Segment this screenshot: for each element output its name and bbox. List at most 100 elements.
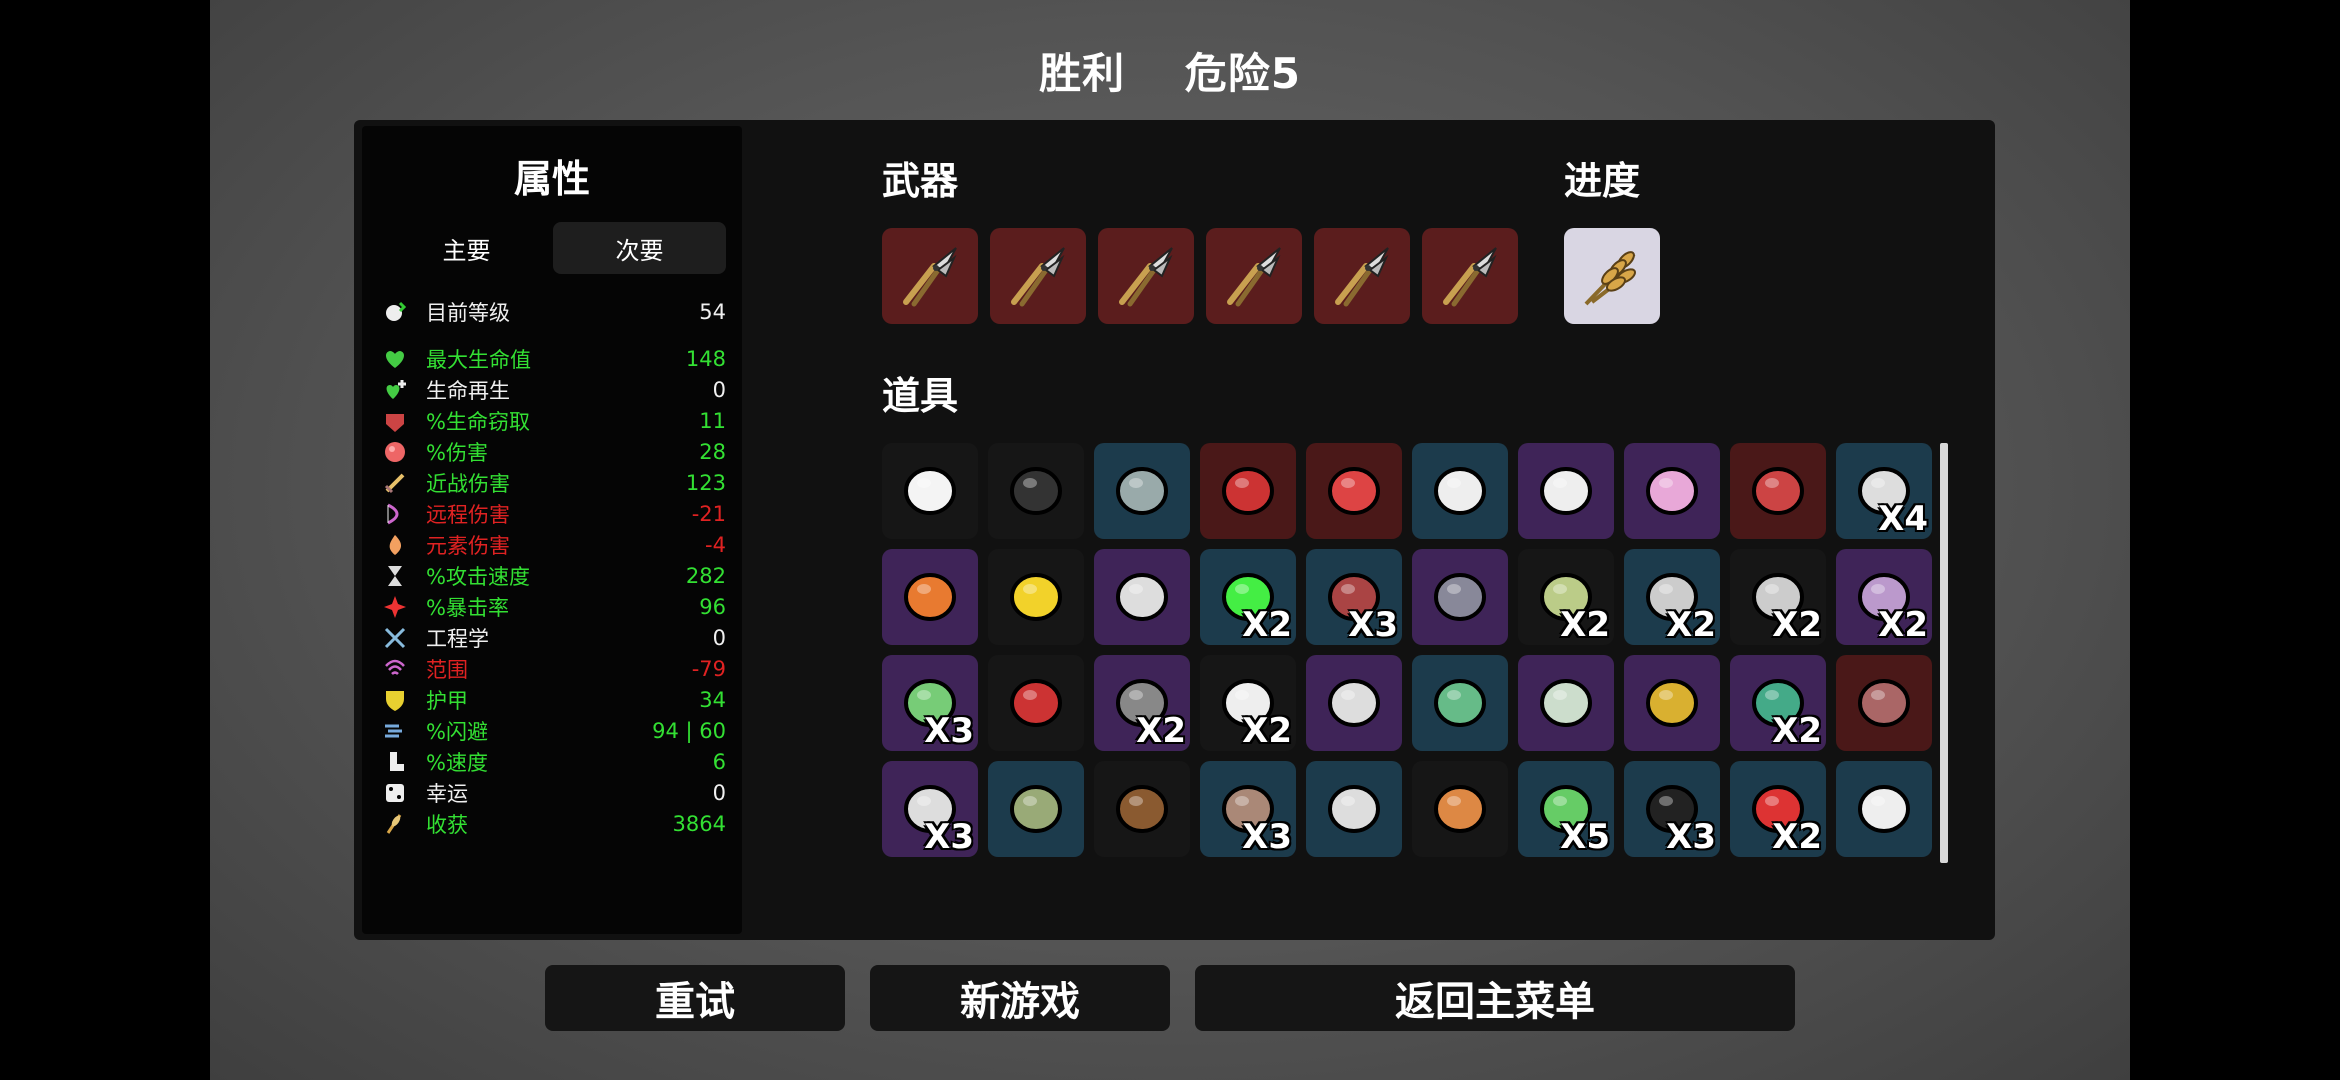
item-slot[interactable]	[1518, 443, 1614, 539]
item-count: X5	[1560, 817, 1610, 857]
weapon-slot[interactable]	[1098, 228, 1194, 324]
regen-icon	[380, 377, 410, 403]
weapon-slot[interactable]	[1314, 228, 1410, 324]
item-slot[interactable]: X3	[882, 655, 978, 751]
item-slot[interactable]	[1412, 761, 1508, 857]
item-slot[interactable]: X2	[1730, 761, 1826, 857]
item-slot[interactable]: X2	[1730, 655, 1826, 751]
item-slot[interactable]	[1412, 549, 1508, 645]
item-slot[interactable]	[1094, 549, 1190, 645]
result-label: 胜利	[1039, 49, 1126, 98]
stat-row[interactable]: 远程伤害 -21	[380, 498, 726, 529]
item-slot[interactable]	[1836, 655, 1932, 751]
stat-label: %速度	[426, 750, 488, 775]
stat-value: 28	[699, 439, 726, 464]
stat-row[interactable]: 元素伤害 -4	[380, 529, 726, 560]
item-slot[interactable]	[1836, 761, 1932, 857]
weapon-slot[interactable]	[1206, 228, 1302, 324]
item-slot[interactable]	[1412, 655, 1508, 751]
stat-value: 94 | 60	[652, 718, 726, 743]
stat-row[interactable]: %伤害 28	[380, 436, 726, 467]
item-slot[interactable]: X2	[1624, 549, 1720, 645]
item-count: X2	[1772, 605, 1822, 645]
item-slot[interactable]: X5	[1518, 761, 1614, 857]
item-slot[interactable]	[1306, 761, 1402, 857]
main-menu-button[interactable]: 返回主菜单	[1195, 965, 1795, 1031]
stat-row[interactable]: 范围 -79	[380, 653, 726, 684]
item-count: X2	[1242, 711, 1292, 751]
item-slot[interactable]	[1094, 761, 1190, 857]
item-slot[interactable]	[988, 761, 1084, 857]
item-slot[interactable]: X2	[1200, 549, 1296, 645]
items-title: 道具	[882, 374, 959, 418]
new-game-button[interactable]: 新游戏	[870, 965, 1170, 1031]
items-scrollbar[interactable]	[1940, 443, 1948, 863]
item-slot[interactable]	[1094, 443, 1190, 539]
item-slot[interactable]	[1412, 443, 1508, 539]
bow-icon	[380, 501, 410, 527]
stat-row[interactable]: %生命窃取 11	[380, 405, 726, 436]
stat-label: 工程学	[426, 626, 489, 651]
flag-icon	[1848, 771, 1920, 847]
item-slot[interactable]: X2	[1094, 655, 1190, 751]
stat-row[interactable]: %速度 6	[380, 746, 726, 777]
item-slot[interactable]: X3	[1306, 549, 1402, 645]
item-slot[interactable]: X2	[1200, 655, 1296, 751]
stat-row[interactable]: 护甲 34	[380, 684, 726, 715]
item-slot[interactable]	[1624, 655, 1720, 751]
stat-label: %闪避	[426, 719, 488, 744]
stat-row[interactable]: %暴击率 96	[380, 591, 726, 622]
cape-icon	[1318, 453, 1390, 529]
grinder-icon	[1424, 665, 1496, 741]
retry-button[interactable]: 重试	[545, 965, 845, 1031]
item-slot[interactable]	[988, 443, 1084, 539]
item-slot[interactable]: X3	[1200, 761, 1296, 857]
stat-row[interactable]: 幸运 0	[380, 777, 726, 808]
stat-row[interactable]: %攻击速度 282	[380, 560, 726, 591]
items-grid: X4 X2 X3 X2 X2 X2 X2 X3 X2 X2 X2 X3 X3 X…	[882, 443, 1932, 857]
pruner-icon	[1227, 247, 1281, 307]
stat-label: 近战伤害	[426, 471, 510, 496]
pruner-icon	[1335, 247, 1389, 307]
weapon-slot[interactable]	[1422, 228, 1518, 324]
bullet-icon	[1106, 453, 1178, 529]
item-slot[interactable]	[882, 549, 978, 645]
item-slot[interactable]	[988, 655, 1084, 751]
stat-row[interactable]: 最大生命值 148	[380, 343, 726, 374]
stat-row[interactable]: 生命再生 0	[380, 374, 726, 405]
weapon-slot[interactable]	[990, 228, 1086, 324]
stat-value: 96	[699, 594, 726, 619]
coal-icon	[1000, 453, 1072, 529]
stat-row[interactable]: 目前等级 54	[380, 296, 726, 327]
stat-value: 11	[699, 408, 726, 433]
item-slot[interactable]	[988, 549, 1084, 645]
item-slot[interactable]: X4	[1836, 443, 1932, 539]
level-icon	[380, 299, 410, 325]
stat-row[interactable]: 近战伤害 123	[380, 467, 726, 498]
summary-panel: 属性 主要 次要 目前等级 54 最大生命值 148 生命再生 0 %生命窃取 …	[354, 120, 1995, 940]
hoodie-icon	[1212, 453, 1284, 529]
item-count: X4	[1878, 499, 1928, 539]
item-slot[interactable]	[1730, 443, 1826, 539]
progress-slot[interactable]	[1564, 228, 1660, 324]
stat-row[interactable]: 工程学 0	[380, 622, 726, 653]
weapon-slot[interactable]	[882, 228, 978, 324]
blade-icon	[1318, 771, 1390, 847]
tab-primary[interactable]: 主要	[380, 222, 553, 274]
item-slot[interactable]	[1624, 443, 1720, 539]
item-slot[interactable]: X2	[1518, 549, 1614, 645]
item-slot[interactable]: X3	[1624, 761, 1720, 857]
stat-row[interactable]: %闪避 94 | 60	[380, 715, 726, 746]
item-slot[interactable]	[882, 443, 978, 539]
stat-row[interactable]: 收获 3864	[380, 808, 726, 839]
item-slot[interactable]: X2	[1730, 549, 1826, 645]
item-slot[interactable]	[1200, 443, 1296, 539]
flame-icon	[380, 532, 410, 558]
stat-label: %暴击率	[426, 595, 509, 620]
item-slot[interactable]	[1518, 655, 1614, 751]
item-slot[interactable]	[1306, 443, 1402, 539]
item-slot[interactable]: X2	[1836, 549, 1932, 645]
tab-secondary[interactable]: 次要	[553, 222, 726, 274]
item-slot[interactable]: X3	[882, 761, 978, 857]
item-slot[interactable]	[1306, 655, 1402, 751]
